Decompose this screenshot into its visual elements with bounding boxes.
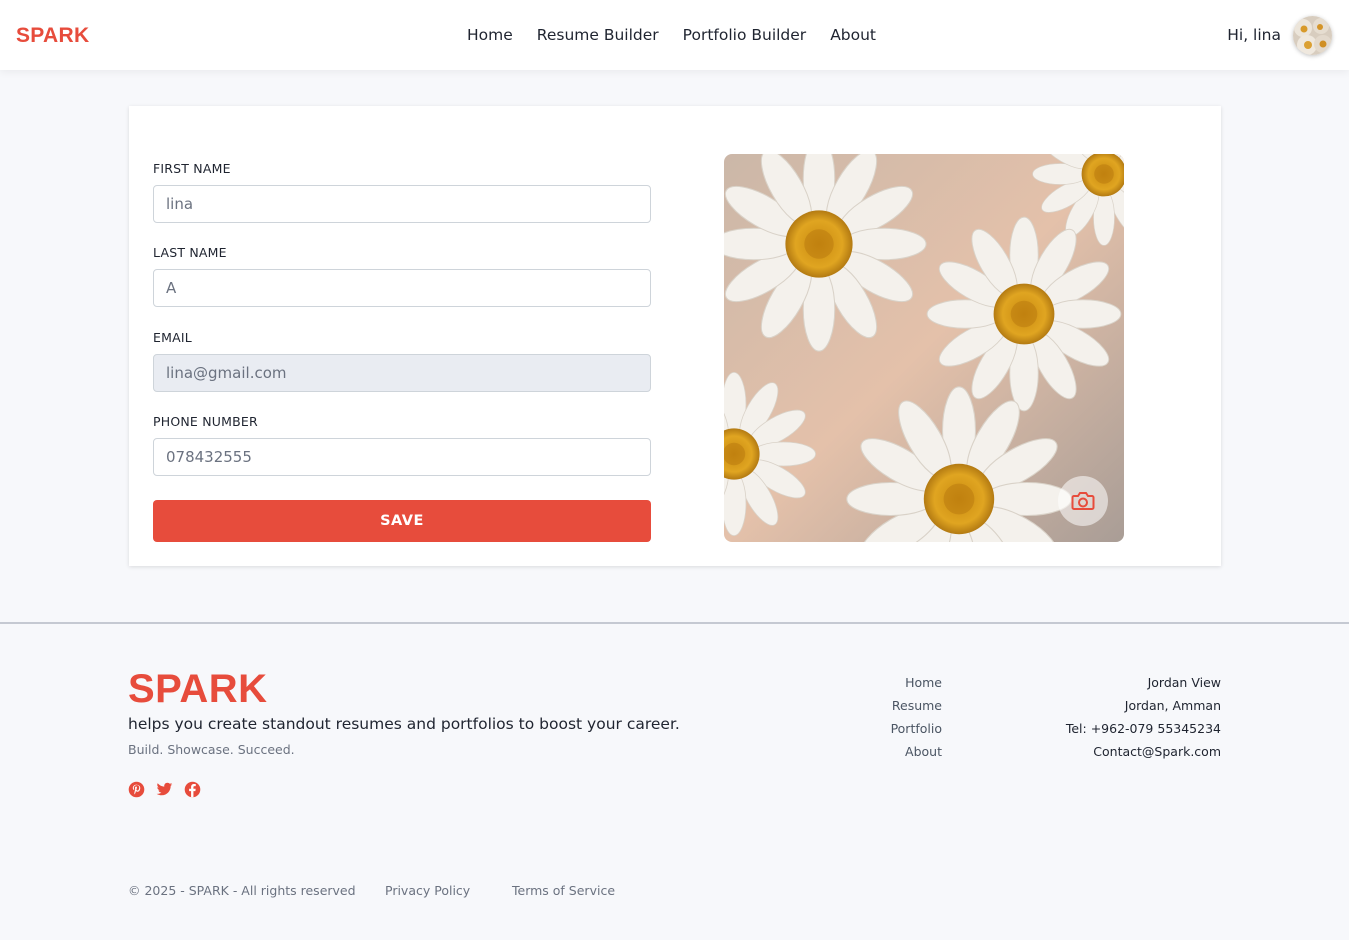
footer-divider [0, 622, 1349, 624]
facebook-icon[interactable] [184, 781, 201, 798]
email-label: EMAIL [153, 330, 192, 345]
terms-of-service-link[interactable]: Terms of Service [512, 883, 615, 898]
phone-label: PHONE NUMBER [153, 414, 258, 429]
main-nav: Home Resume Builder Portfolio Builder Ab… [467, 26, 876, 44]
email-field [153, 354, 651, 392]
pinterest-icon[interactable] [128, 781, 145, 798]
save-button[interactable]: SAVE [153, 500, 651, 542]
nav-home[interactable]: Home [467, 26, 513, 44]
footer-links: Home Resume Portfolio About [860, 671, 942, 763]
footer-link-home[interactable]: Home [860, 671, 942, 694]
camera-icon [1071, 492, 1095, 510]
brand-logo[interactable]: SPARK [16, 24, 89, 48]
copyright: © 2025 - SPARK - All rights reserved [128, 883, 356, 898]
contact-name: Jordan View [1147, 675, 1221, 690]
first-name-label: FIRST NAME [153, 161, 231, 176]
top-navbar: SPARK Home Resume Builder Portfolio Buil… [0, 0, 1349, 70]
footer-link-resume[interactable]: Resume [860, 694, 942, 717]
footer-tagline: helps you create standout resumes and po… [128, 715, 680, 733]
contact-phone: Tel: +962-079 55345234 [1065, 721, 1221, 736]
last-name-field[interactable] [153, 269, 651, 307]
first-name-field[interactable] [153, 185, 651, 223]
avatar[interactable] [1293, 16, 1332, 55]
privacy-policy-link[interactable]: Privacy Policy [385, 883, 470, 898]
contact-address: Jordan, Amman [1124, 698, 1221, 713]
footer-brand: SPARK [128, 667, 268, 711]
footer-motto: Build. Showcase. Succeed. [128, 742, 295, 757]
contact-info: Jordan View Jordan, Amman Tel: +962-079 … [1020, 671, 1221, 763]
user-greeting: Hi, lina [1227, 26, 1281, 44]
last-name-label: LAST NAME [153, 245, 227, 260]
nav-portfolio-builder[interactable]: Portfolio Builder [683, 26, 807, 44]
nav-resume-builder[interactable]: Resume Builder [537, 26, 659, 44]
twitter-icon[interactable] [156, 781, 173, 798]
profile-photo [724, 154, 1124, 542]
change-photo-button[interactable] [1058, 476, 1108, 526]
nav-about[interactable]: About [830, 26, 876, 44]
footer-link-portfolio[interactable]: Portfolio [860, 717, 942, 740]
contact-email[interactable]: Contact@Spark.com [1020, 740, 1221, 763]
footer-link-about[interactable]: About [860, 740, 942, 763]
profile-card: FIRST NAME LAST NAME EMAIL PHONE NUMBER … [129, 106, 1221, 566]
phone-field[interactable] [153, 438, 651, 476]
